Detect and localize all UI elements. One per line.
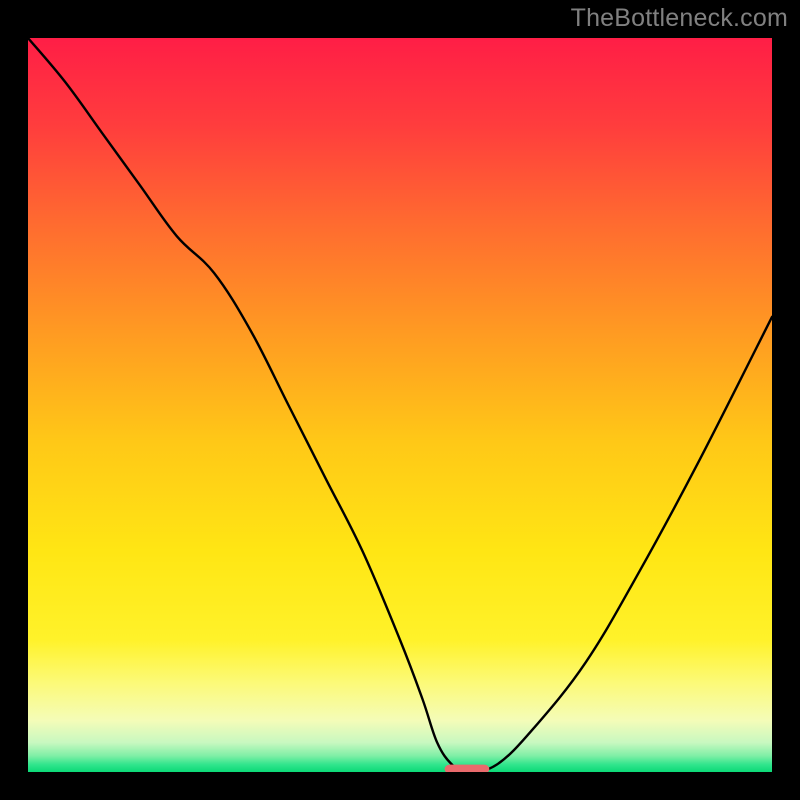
gradient-background [28, 38, 772, 772]
watermark-text: TheBottleneck.com [571, 4, 788, 33]
optimal-marker [445, 765, 490, 772]
chart-frame: TheBottleneck.com [0, 0, 800, 800]
plot-svg [28, 38, 772, 772]
plot-area [28, 38, 772, 772]
